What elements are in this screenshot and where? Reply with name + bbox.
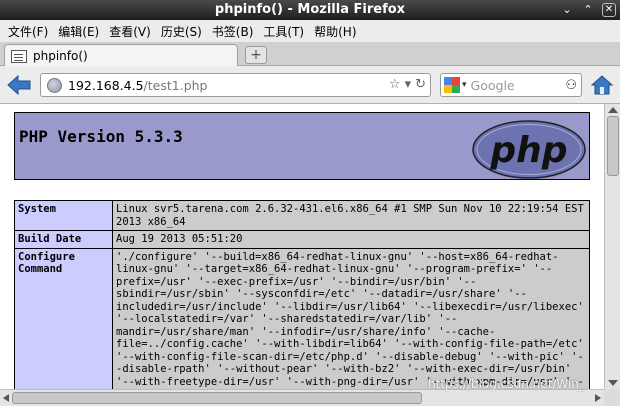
watermark: https://blog.csdn.net/Win_ (428, 377, 585, 391)
menu-file[interactable]: 文件(F) (6, 23, 56, 40)
tab-label: phpinfo() (33, 49, 88, 63)
page-icon (11, 49, 27, 63)
horizontal-scroll-thumb[interactable] (12, 392, 422, 404)
scroll-up-icon[interactable] (608, 107, 618, 113)
scrollbar-corner (604, 389, 620, 406)
binoculars-icon[interactable]: ⚇ (565, 78, 577, 93)
minimize-button[interactable]: ⌄ (560, 3, 574, 17)
table-row: Configure Command './configure' '--build… (14, 247, 590, 389)
bookmark-star-icon[interactable]: ☆ (389, 77, 401, 92)
row-key: Build Date (14, 230, 113, 249)
vertical-scroll-thumb[interactable] (607, 116, 619, 176)
svg-text:php: php (489, 130, 567, 171)
menu-view[interactable]: 查看(V) (107, 23, 159, 40)
menu-bar: 文件(F) 编辑(E) 查看(V) 历史(S) 书签(B) 工具(T) 帮助(H… (0, 20, 620, 42)
menu-help[interactable]: 帮助(H) (312, 23, 364, 40)
tab-phpinfo[interactable]: phpinfo() (4, 44, 238, 67)
home-icon[interactable] (590, 73, 614, 97)
close-button[interactable]: ✕ (602, 3, 616, 17)
search-bar[interactable]: ▾ Google ⚇ (440, 73, 582, 97)
search-engine-dropdown-icon[interactable]: ▾ (462, 80, 467, 90)
php-logo-icon: php (472, 120, 586, 179)
window-title: phpinfo() - Mozilla Firefox (214, 2, 406, 17)
menu-bookmarks[interactable]: 书签(B) (210, 23, 262, 40)
reload-icon[interactable]: ↻ (415, 77, 426, 92)
horizontal-scrollbar[interactable] (0, 389, 604, 406)
window-controls: ⌄ ⌃ ✕ (560, 3, 616, 17)
row-key: Configure Command (14, 247, 113, 389)
url-text[interactable]: 192.168.4.5/test1.php (68, 78, 207, 93)
url-controls: ☆ ▾ ↻ (389, 77, 426, 92)
tab-bar: phpinfo() + (0, 42, 620, 67)
row-value: './configure' '--build=x86_64-redhat-lin… (112, 247, 590, 389)
globe-icon (47, 77, 62, 93)
search-input[interactable]: Google (471, 78, 515, 93)
scroll-right-icon[interactable] (595, 394, 601, 402)
row-key: System (14, 200, 113, 231)
menu-history[interactable]: 历史(S) (159, 23, 210, 40)
maximize-button[interactable]: ⌃ (581, 3, 595, 17)
google-icon[interactable] (444, 77, 460, 93)
url-bar[interactable]: 192.168.4.5/test1.php ☆ ▾ ↻ (40, 73, 431, 97)
row-value: Linux svr5.tarena.com 2.6.32-431.el6.x86… (112, 200, 590, 231)
row-value: Aug 19 2013 05:51:20 (112, 230, 590, 249)
table-row: System Linux svr5.tarena.com 2.6.32-431.… (14, 200, 590, 231)
info-table: System Linux svr5.tarena.com 2.6.32-431.… (14, 200, 590, 389)
menu-edit[interactable]: 编辑(E) (56, 23, 107, 40)
scroll-left-icon[interactable] (3, 394, 9, 402)
vertical-scrollbar[interactable] (604, 104, 620, 389)
window-titlebar: phpinfo() - Mozilla Firefox ⌄ ⌃ ✕ (0, 0, 620, 20)
new-tab-button[interactable]: + (245, 46, 267, 64)
table-row: Build Date Aug 19 2013 05:51:20 (14, 230, 590, 249)
scroll-down-icon[interactable] (608, 380, 618, 386)
back-arrow-icon[interactable] (6, 74, 32, 96)
php-version-title: PHP Version 5.3.3 (19, 127, 183, 146)
php-header: PHP Version 5.3.3 php (14, 112, 590, 180)
url-dropdown-icon[interactable]: ▾ (405, 77, 412, 92)
menu-tools[interactable]: 工具(T) (261, 23, 312, 40)
page-content: PHP Version 5.3.3 php System Linux svr5.… (0, 104, 604, 389)
navigation-toolbar: 192.168.4.5/test1.php ☆ ▾ ↻ ▾ Google ⚇ (0, 66, 620, 104)
